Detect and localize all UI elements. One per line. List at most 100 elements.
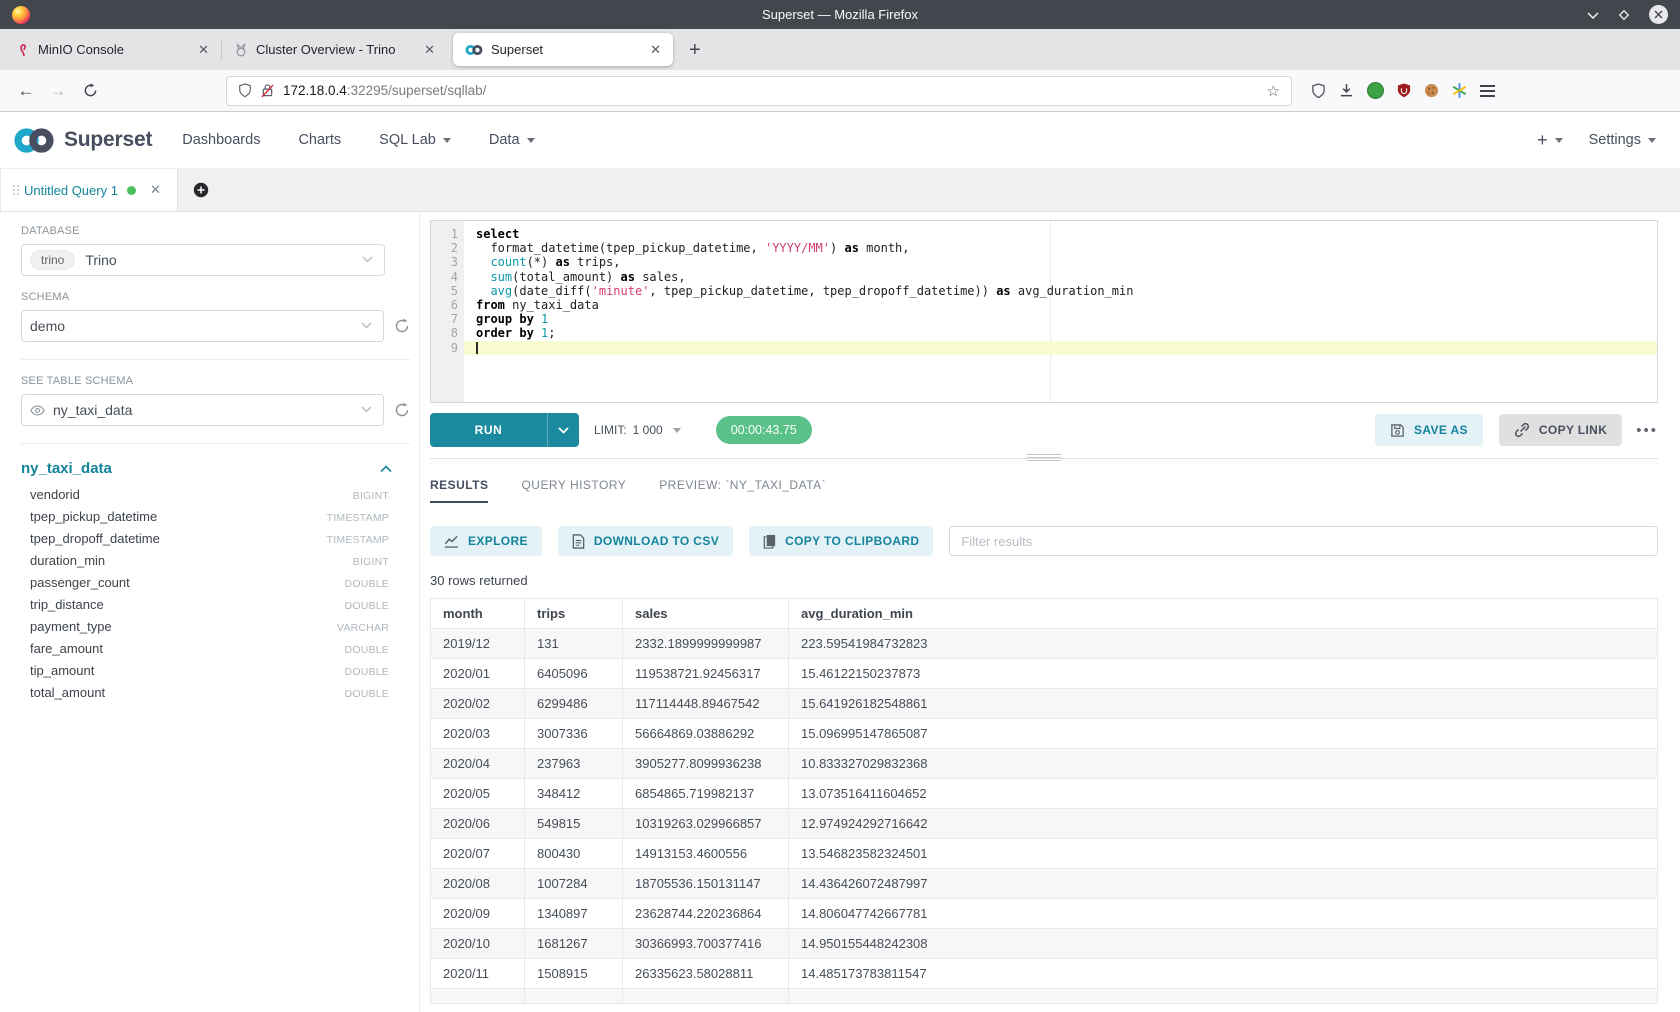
browser-tab-minio[interactable]: MinIO Console ✕ [6, 29, 221, 70]
more-options-button[interactable]: ••• [1636, 422, 1658, 439]
menu-hamburger-icon[interactable] [1480, 90, 1495, 92]
database-label: DATABASE [21, 225, 419, 237]
column-name: total_amount [30, 685, 105, 700]
code-line: group by 1 [464, 312, 1657, 326]
eye-icon [30, 405, 45, 416]
browser-tab-superset[interactable]: Superset ✕ [453, 33, 673, 66]
database-select[interactable]: trino Trino [21, 244, 385, 276]
nav-item-data[interactable]: Data [489, 132, 535, 148]
superset-logo[interactable]: Superset [12, 127, 152, 154]
bookmark-star-icon[interactable]: ☆ [1267, 82, 1280, 100]
new-query-tab-button[interactable] [178, 169, 224, 211]
query-tab-active[interactable]: Untitled Query 1 ✕ [0, 169, 178, 211]
explore-button[interactable]: EXPLORE [430, 526, 542, 556]
table-cell: 223.59541984732823 [789, 629, 1658, 659]
extension-asterisk-icon[interactable] [1452, 83, 1467, 98]
back-button[interactable]: ← [10, 81, 42, 101]
add-new-button[interactable]: + [1537, 130, 1563, 151]
nav-item-label: SQL Lab [379, 132, 436, 148]
table-cell: 14913153.4600556 [623, 839, 789, 869]
new-tab-button[interactable]: + [689, 40, 701, 60]
column-header[interactable]: month [431, 599, 525, 629]
browser-tab-trino[interactable]: Cluster Overview - Trino ✕ [222, 29, 447, 70]
column-row: passenger_countDOUBLE [21, 571, 419, 593]
results-tab-results[interactable]: RESULTS [430, 478, 488, 503]
filter-results-input[interactable] [949, 526, 1658, 556]
run-options-chevron[interactable] [548, 413, 579, 447]
line-number: 7 [431, 312, 458, 326]
pane-resize-handle[interactable] [1027, 452, 1061, 463]
downloads-icon[interactable] [1339, 83, 1354, 98]
line-number: 9 [431, 341, 458, 355]
column-header[interactable]: avg_duration_min [789, 599, 1658, 629]
reload-button[interactable] [74, 83, 106, 98]
run-label[interactable]: RUN [430, 413, 548, 447]
extension-green-icon[interactable] [1367, 82, 1384, 99]
forward-button[interactable]: → [42, 81, 74, 101]
table-cell: 56664869.03886292 [623, 719, 789, 749]
drag-handle-icon[interactable] [13, 185, 15, 187]
query-elapsed-timer: 00:00:43.75 [716, 416, 812, 444]
results-table: monthtripssalesavg_duration_min 2019/121… [430, 598, 1658, 1004]
table-row: 2020/09134089723628744.22023686414.80604… [431, 899, 1658, 929]
window-maximize-button[interactable] [1618, 9, 1630, 21]
table-cell: 237963 [525, 749, 623, 779]
download-csv-label: DOWNLOAD TO CSV [594, 534, 719, 548]
tab-close-icon[interactable]: ✕ [198, 42, 209, 58]
url-bar[interactable]: 172.18.0.4:32295/superset/sqllab/ ☆ [226, 76, 1292, 106]
browser-toolbar: ← → 172.18.0.4:32295/superset/sqllab/ ☆ [0, 70, 1680, 112]
copy-clipboard-button[interactable]: COPY TO CLIPBOARD [749, 526, 933, 556]
table-cell [623, 989, 789, 1004]
table-cell: 23628744.220236864 [623, 899, 789, 929]
tab-close-icon[interactable]: ✕ [424, 42, 435, 58]
nav-item-sql-lab[interactable]: SQL Lab [379, 132, 451, 148]
column-row: payment_typeVARCHAR [21, 615, 419, 637]
copy-link-button[interactable]: COPY LINK [1499, 414, 1622, 446]
refresh-schema-icon[interactable] [394, 318, 410, 334]
table-cell: 6299486 [525, 689, 623, 719]
results-tab-query-history[interactable]: QUERY HISTORY [521, 478, 626, 503]
settings-menu[interactable]: Settings [1589, 132, 1656, 148]
database-badge: trino [30, 250, 75, 270]
collapse-chevron-icon[interactable] [380, 465, 392, 473]
schema-select[interactable]: demo [21, 310, 384, 342]
tab-close-icon[interactable]: ✕ [650, 42, 661, 58]
line-number: 4 [431, 270, 458, 284]
run-button[interactable]: RUN [430, 413, 579, 447]
protections-shield-icon[interactable] [1311, 83, 1326, 99]
nav-item-dashboards[interactable]: Dashboards [182, 132, 260, 148]
table-cell: 2020/08 [431, 869, 525, 899]
nav-item-charts[interactable]: Charts [298, 132, 341, 148]
window-minimize-button[interactable] [1587, 11, 1599, 19]
query-tab-close-icon[interactable]: ✕ [150, 182, 161, 198]
limit-label: LIMIT: [594, 423, 627, 437]
table-select[interactable]: ny_taxi_data [21, 394, 384, 426]
table-cell: 13.546823582324501 [789, 839, 1658, 869]
table-cell: 13.073516411604652 [789, 779, 1658, 809]
save-as-button[interactable]: SAVE AS [1375, 414, 1483, 446]
sidebar-divider [21, 359, 410, 360]
code-line: sum(total_amount) as sales, [464, 270, 1657, 284]
line-number: 1 [431, 227, 458, 241]
sql-editor[interactable]: 123456789 select format_datetime(tpep_pi… [430, 220, 1658, 403]
table-cell: 14.436426072487997 [789, 869, 1658, 899]
text-cursor [476, 342, 478, 354]
column-row: tip_amountDOUBLE [21, 659, 419, 681]
download-csv-button[interactable]: DOWNLOAD TO CSV [558, 526, 733, 556]
column-header[interactable]: trips [525, 599, 623, 629]
minio-favicon [18, 43, 30, 57]
window-close-button[interactable] [1649, 5, 1668, 24]
ublock-shield-icon[interactable] [1397, 83, 1411, 98]
line-number: 5 [431, 284, 458, 298]
results-tab-preview[interactable]: PREVIEW: `NY_TAXI_DATA` [659, 478, 826, 503]
table-cell: 3905277.8099936238 [623, 749, 789, 779]
table-cell: 12.974924292716642 [789, 809, 1658, 839]
editor-code[interactable]: select format_datetime(tpep_pickup_datet… [464, 221, 1657, 402]
table-cell [789, 989, 1658, 1004]
cookie-extension-icon[interactable] [1424, 83, 1439, 98]
settings-label: Settings [1589, 132, 1641, 148]
column-header[interactable]: sales [623, 599, 789, 629]
table-cell: 2332.1899999999987 [623, 629, 789, 659]
limit-dropdown[interactable]: LIMIT: 1 000 [594, 423, 681, 437]
refresh-table-icon[interactable] [394, 402, 410, 418]
